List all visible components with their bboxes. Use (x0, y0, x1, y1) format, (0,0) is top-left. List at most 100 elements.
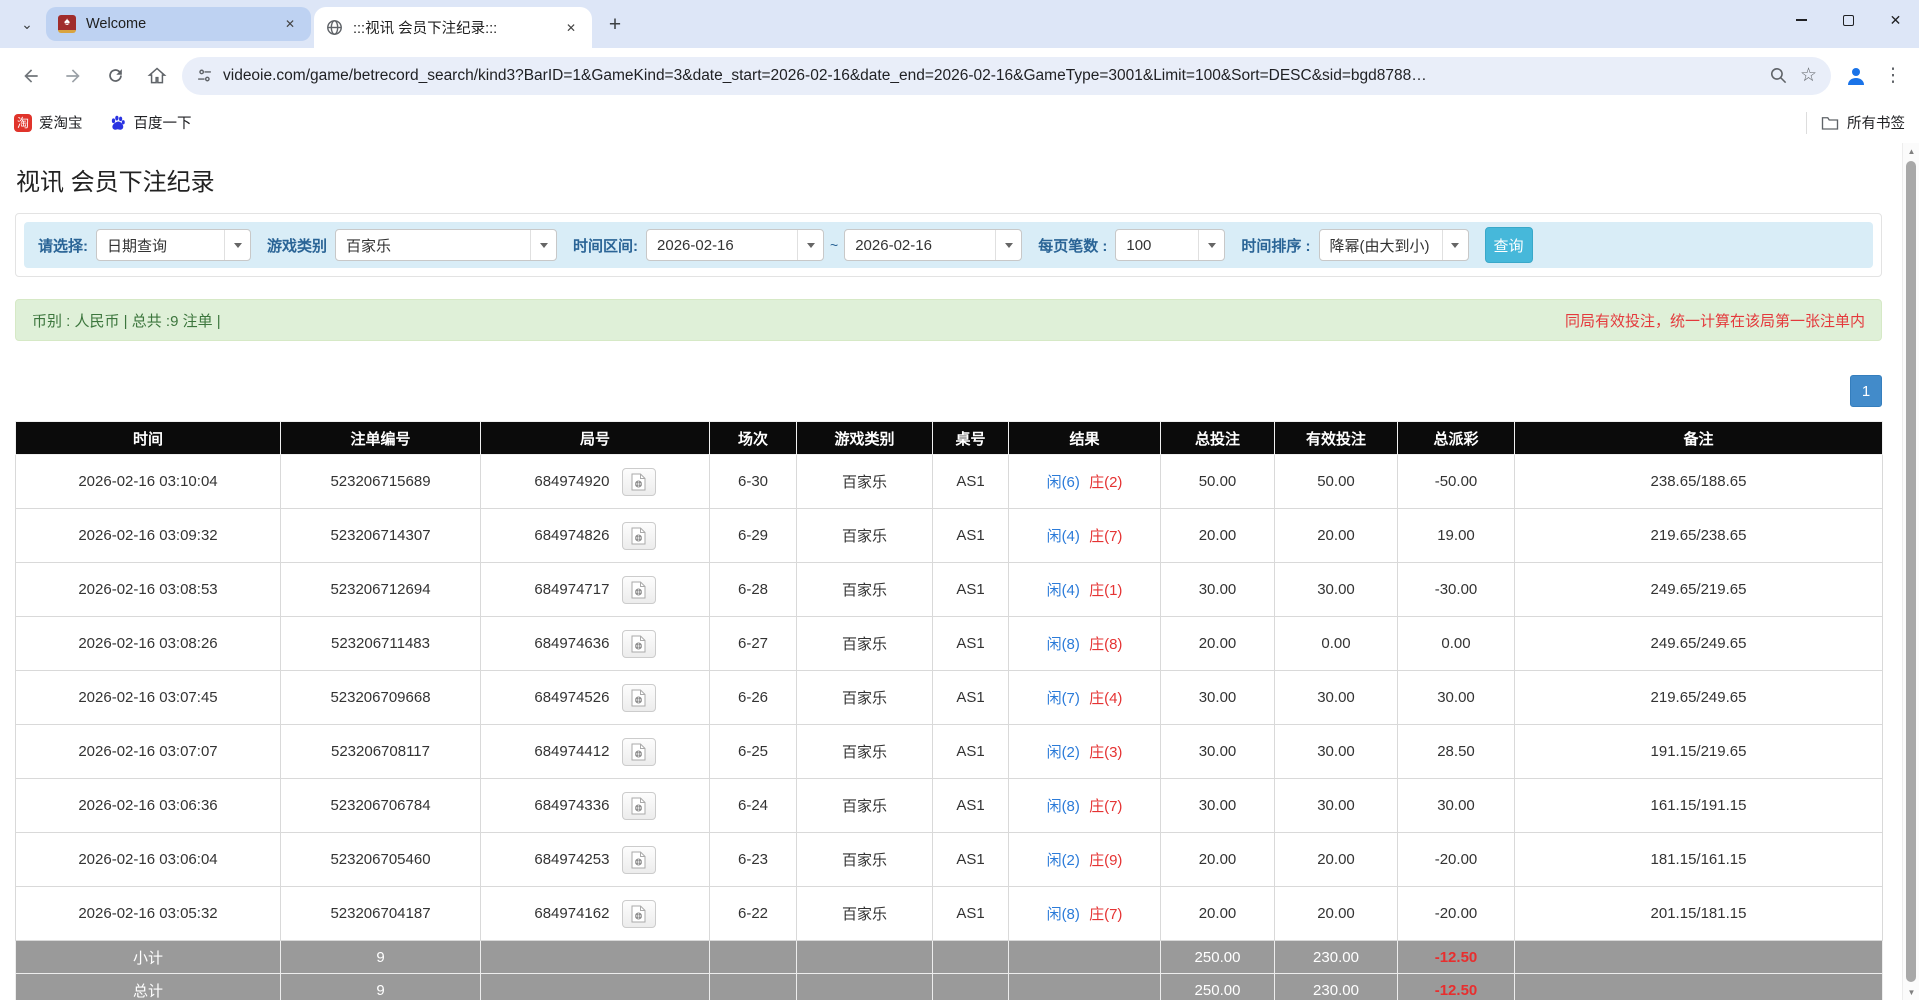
col-session: 场次 (710, 422, 797, 455)
page-size-select[interactable]: 100 (1115, 229, 1225, 261)
cell-time: 2026-02-16 03:08:26 (16, 617, 281, 671)
video-replay-button[interactable] (622, 846, 656, 874)
video-file-icon (631, 527, 646, 545)
person-icon (1844, 64, 1868, 88)
cell-time: 2026-02-16 03:10:04 (16, 455, 281, 509)
sort-order-select[interactable]: 降幂(由大到小) (1319, 229, 1469, 261)
video-replay-button[interactable] (622, 684, 656, 712)
cell-valid-bet: 30.00 (1275, 671, 1398, 725)
dropdown-arrow-icon[interactable] (530, 230, 556, 260)
video-file-icon (631, 473, 646, 491)
query-type-select[interactable]: 日期查询 (96, 229, 251, 261)
scrollbar-thumb[interactable] (1906, 161, 1916, 982)
bookmark-star-icon[interactable]: ☆ (1800, 64, 1817, 87)
taobao-icon: 淘 (14, 114, 32, 132)
date-start-select[interactable]: 2026-02-16 (646, 229, 824, 261)
cell-time: 2026-02-16 03:07:07 (16, 725, 281, 779)
browser-tab-active[interactable]: :::视讯 会员下注纪录::: ✕ (314, 7, 592, 48)
summary-payout: -12.50 (1398, 974, 1515, 1000)
cell-result: 闲(2) 庄(3) (1009, 725, 1161, 779)
cell-total-bet[interactable]: 20.00 (1161, 833, 1275, 887)
cell-total-bet[interactable]: 20.00 (1161, 887, 1275, 941)
valid-bet-note: 同局有效投注，统一计算在该局第一张注单内 (1565, 310, 1865, 331)
date-end-select[interactable]: 2026-02-16 (844, 229, 1022, 261)
video-replay-button[interactable] (622, 468, 656, 496)
col-result: 结果 (1009, 422, 1161, 455)
cell-valid-bet: 20.00 (1275, 509, 1398, 563)
summary-total-bet: 250.00 (1161, 941, 1275, 974)
video-replay-button[interactable] (622, 738, 656, 766)
dropdown-arrow-icon[interactable] (224, 230, 250, 260)
video-file-icon (631, 905, 646, 923)
window-controls: ✕ (1778, 0, 1919, 40)
cell-total-bet[interactable]: 30.00 (1161, 725, 1275, 779)
cell-result: 闲(6) 庄(2) (1009, 455, 1161, 509)
dropdown-arrow-icon[interactable] (797, 230, 823, 260)
video-replay-button[interactable] (622, 576, 656, 604)
cell-round: 684974162 (481, 887, 710, 941)
date-separator: ~ (830, 237, 838, 253)
cell-total-bet[interactable]: 20.00 (1161, 509, 1275, 563)
cell-total-bet[interactable]: 30.00 (1161, 671, 1275, 725)
table-row: 2026-02-16 03:06:36 523206706784 6849743… (16, 779, 1883, 833)
bet-table-footer: 小计 9 250.00 230.00 -12.50 总计 9 250.00 23… (16, 941, 1883, 1000)
reload-button[interactable] (98, 59, 132, 93)
back-button[interactable] (14, 59, 48, 93)
filter-panel: 请选择: 日期查询 游戏类别 百家乐 时间区间: 2026-02-16 ~ 20… (15, 213, 1882, 277)
tab-title: Welcome (86, 16, 281, 32)
tab-search-button[interactable]: ⌄ (12, 9, 42, 39)
cell-valid-bet: 20.00 (1275, 887, 1398, 941)
browser-toolbar: videoie.com/game/betrecord_search/kind3?… (0, 48, 1919, 103)
browser-tab-welcome[interactable]: ♠ Welcome ✕ (46, 7, 311, 41)
bookmark-baidu[interactable]: 百度一下 (109, 112, 192, 133)
video-file-icon (631, 797, 646, 815)
cell-total-bet[interactable]: 50.00 (1161, 455, 1275, 509)
browser-tab-strip: ⌄ ♠ Welcome ✕ :::视讯 会员下注纪录::: ✕ + ✕ (0, 0, 1919, 48)
window-close-button[interactable]: ✕ (1872, 0, 1919, 40)
player-result: 闲(8) (1047, 798, 1080, 815)
dropdown-arrow-icon[interactable] (995, 230, 1021, 260)
cell-valid-bet: 30.00 (1275, 725, 1398, 779)
zoom-icon[interactable] (1769, 66, 1788, 85)
scroll-up-icon[interactable]: ▲ (1903, 143, 1919, 159)
browser-menu-button[interactable]: ⋮ (1881, 64, 1905, 87)
close-icon: ✕ (1890, 12, 1902, 29)
player-result: 闲(8) (1047, 906, 1080, 923)
page-1-button[interactable]: 1 (1850, 375, 1882, 407)
cell-total-bet[interactable]: 30.00 (1161, 563, 1275, 617)
bookmark-aitaobao[interactable]: 淘 爱淘宝 (14, 112, 83, 133)
dropdown-arrow-icon[interactable] (1198, 230, 1224, 260)
address-bar[interactable]: videoie.com/game/betrecord_search/kind3?… (182, 57, 1831, 95)
cell-valid-bet: 0.00 (1275, 617, 1398, 671)
video-replay-button[interactable] (622, 630, 656, 658)
cell-payout: -20.00 (1398, 887, 1515, 941)
round-number: 684974253 (534, 850, 609, 867)
cell-total-bet[interactable]: 30.00 (1161, 779, 1275, 833)
new-tab-button[interactable]: + (600, 10, 630, 40)
cell-payout: 30.00 (1398, 779, 1515, 833)
player-result: 闲(2) (1047, 852, 1080, 869)
video-replay-button[interactable] (622, 900, 656, 928)
page-scrollbar[interactable]: ▲ ▼ (1902, 143, 1919, 1000)
scroll-down-icon[interactable]: ▼ (1903, 984, 1919, 1000)
profile-avatar[interactable] (1839, 59, 1873, 93)
game-kind-select[interactable]: 百家乐 (335, 229, 557, 261)
search-button[interactable]: 查询 (1485, 227, 1533, 263)
window-minimize-button[interactable] (1778, 0, 1825, 40)
home-button[interactable] (140, 59, 174, 93)
baidu-paw-icon (109, 114, 127, 132)
all-bookmarks-button[interactable]: 所有书签 (1806, 112, 1905, 134)
video-replay-button[interactable] (622, 522, 656, 550)
tab-close-icon[interactable]: ✕ (281, 15, 299, 33)
cell-total-bet[interactable]: 20.00 (1161, 617, 1275, 671)
window-maximize-button[interactable] (1825, 0, 1872, 40)
cell-valid-bet: 30.00 (1275, 563, 1398, 617)
maximize-icon (1843, 15, 1854, 26)
video-replay-button[interactable] (622, 792, 656, 820)
forward-button[interactable] (56, 59, 90, 93)
tab-close-icon[interactable]: ✕ (562, 19, 580, 37)
dropdown-arrow-icon[interactable] (1442, 230, 1468, 260)
table-row: 2026-02-16 03:08:26 523206711483 6849746… (16, 617, 1883, 671)
cell-session: 6-28 (710, 563, 797, 617)
cell-result: 闲(8) 庄(7) (1009, 779, 1161, 833)
